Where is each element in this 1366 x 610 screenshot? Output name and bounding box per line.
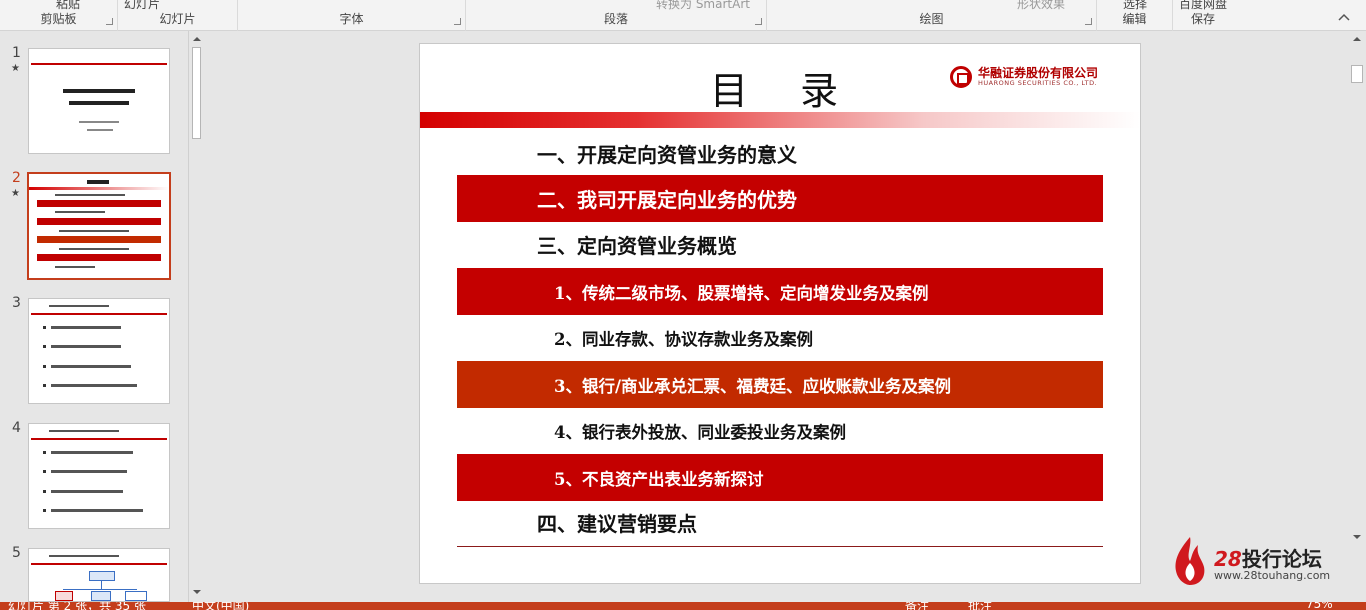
scroll-up-icon[interactable] — [191, 33, 203, 45]
watermark-brand-text: 投行论坛 — [1241, 547, 1322, 571]
ribbon-group-font: 字体 — [238, 0, 466, 31]
logo-mark-icon — [950, 66, 972, 88]
current-slide[interactable]: 目 录 华融证券股份有限公司 HUARONG SECURITIES CO., L… — [419, 43, 1141, 584]
scroll-up-icon[interactable] — [1351, 33, 1363, 45]
slide-bottom-divider — [457, 546, 1103, 547]
animation-star-icon: ★ — [11, 188, 20, 199]
thumbnail-number: 4 — [12, 420, 21, 436]
ribbon-group-slides: 幻灯片 幻灯片 — [118, 0, 238, 31]
slide-title[interactable]: 目 录 — [710, 60, 858, 115]
slide-thumbnail[interactable] — [28, 548, 170, 602]
slide-thumbnail-pane: 1 ★ 2 ★ 3 4 5 — [0, 31, 205, 602]
toc-item-highlighted[interactable]: 二、我司开展定向业务的优势 — [457, 175, 1103, 222]
watermark-url: www.28touhang.com — [1214, 569, 1331, 582]
forum-watermark: 28投行论坛 www.28touhang.com — [1170, 535, 1350, 587]
status-bar: 幻灯片 第 2 张，共 35 张 中文(中国) 备注 批注 75% — [0, 602, 1366, 610]
slide-thumbnail[interactable] — [28, 48, 170, 154]
title-gradient-bar — [420, 112, 1140, 128]
group-label-slides: 幻灯片 — [159, 12, 196, 26]
paragraph-launcher-icon[interactable] — [755, 18, 762, 25]
drawing-launcher-icon[interactable] — [1085, 18, 1092, 25]
scrollbar-thumb[interactable] — [1351, 65, 1363, 83]
toc-item[interactable]: 四、建议营销要点 — [457, 499, 1103, 546]
ribbon-group-clipboard: 粘贴 剪贴板 — [0, 0, 118, 31]
thumbnail-scrollbar[interactable] — [188, 31, 204, 602]
language-status[interactable]: 中文(中国) — [192, 602, 249, 610]
group-label-save: 保存 — [1190, 12, 1215, 26]
watermark-brand: 28投行论坛 — [1214, 543, 1322, 572]
scroll-down-icon[interactable] — [1351, 531, 1363, 543]
group-label-drawing: 绘图 — [919, 12, 944, 26]
zoom-level[interactable]: 75% — [1306, 602, 1333, 610]
scroll-down-icon[interactable] — [191, 586, 203, 598]
toc-item[interactable]: 一、开展定向资管业务的意义 — [457, 130, 1103, 177]
ribbon-group-save: 百度网盘 保存 — [1173, 0, 1233, 31]
ribbon-group-drawing: 形状效果 绘图 — [767, 0, 1097, 31]
editor-scrollbar[interactable] — [1348, 31, 1366, 602]
comments-button[interactable]: 批注 — [968, 602, 992, 610]
flame-logo-icon — [1175, 537, 1205, 585]
scrollbar-thumb[interactable] — [192, 47, 201, 139]
notes-button[interactable]: 备注 — [905, 602, 929, 610]
clipboard-launcher-icon[interactable] — [106, 18, 113, 25]
toc-subitem-highlighted[interactable]: 1、传统二级市场、股票增持、定向增发业务及案例 — [457, 268, 1103, 315]
group-label-editing: 编辑 — [1122, 12, 1147, 26]
toc-subitem-highlighted[interactable]: 5、不良资产出表业务新探讨 — [457, 454, 1103, 501]
toc-subitem-highlighted[interactable]: 3、银行/商业承兑汇票、福费廷、应收账款业务及案例 — [457, 361, 1103, 408]
company-logo: 华融证券股份有限公司 HUARONG SECURITIES CO., LTD. — [950, 64, 1110, 90]
thumbnail-number: 5 — [12, 545, 21, 561]
ribbon-group-paragraph: 转换为 SmartArt 段落 — [466, 0, 767, 31]
slide-thumbnail-selected[interactable] — [27, 172, 171, 280]
slide-thumbnail[interactable] — [28, 298, 170, 404]
ribbon-group-editing: 选择 编辑 — [1097, 0, 1173, 31]
thumbnail-number: 3 — [12, 295, 21, 311]
collapse-ribbon-icon[interactable] — [1338, 12, 1350, 24]
group-label-clipboard: 剪贴板 — [40, 12, 77, 26]
group-label-font: 字体 — [339, 12, 364, 26]
font-launcher-icon[interactable] — [454, 18, 461, 25]
toc-subitem[interactable]: 4、银行表外投放、同业委投业务及案例 — [457, 407, 1103, 454]
slide-count-status[interactable]: 幻灯片 第 2 张，共 35 张 — [8, 602, 146, 610]
thumbnail-number: 2 — [12, 170, 21, 186]
slide-thumbnail[interactable] — [28, 423, 170, 529]
watermark-brand-number: 28 — [1214, 547, 1242, 571]
toc-item[interactable]: 三、定向资管业务概览 — [457, 221, 1103, 268]
toc-subitem[interactable]: 2、同业存款、协议存款业务及案例 — [457, 314, 1103, 361]
group-label-paragraph: 段落 — [603, 12, 628, 26]
animation-star-icon: ★ — [11, 63, 20, 74]
logo-english-name: HUARONG SECURITIES CO., LTD. — [978, 79, 1098, 87]
slide-editing-area: 目 录 华融证券股份有限公司 HUARONG SECURITIES CO., L… — [205, 31, 1348, 602]
ribbon: 粘贴 剪贴板 幻灯片 幻灯片 字体 转换为 SmartArt 段落 形状效果 绘… — [0, 0, 1366, 31]
thumbnail-number: 1 — [12, 45, 21, 61]
